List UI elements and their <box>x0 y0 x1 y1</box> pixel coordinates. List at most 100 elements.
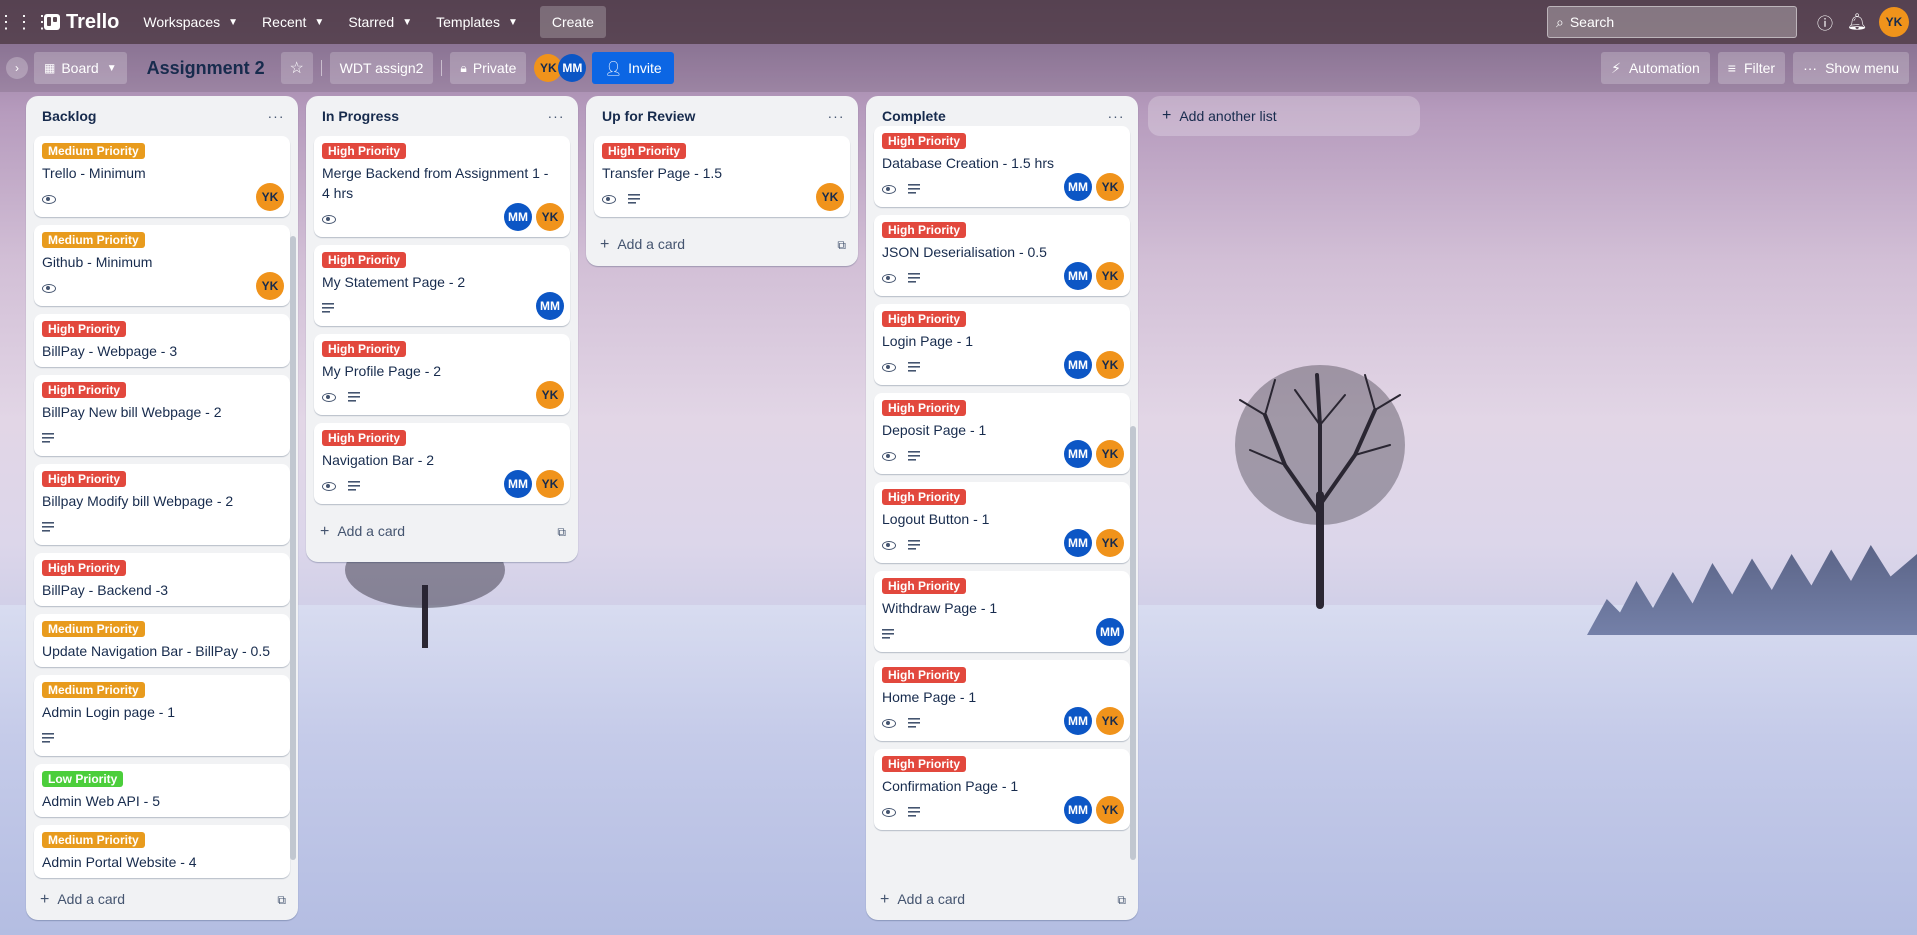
member-avatar[interactable]: MM <box>1064 529 1092 557</box>
list-title[interactable]: Backlog <box>42 108 96 124</box>
filter-button[interactable]: ≡ Filter <box>1717 52 1786 84</box>
info-icon[interactable]: ⓘ <box>1809 6 1841 38</box>
member-avatar[interactable]: MM <box>558 54 587 82</box>
tree-illustration <box>1235 365 1405 609</box>
member-avatar[interactable]: MM <box>1064 796 1092 824</box>
list-title[interactable]: In Progress <box>322 108 399 124</box>
invite-button[interactable]: 👤︎ Invite <box>592 52 674 84</box>
list-menu-icon[interactable]: ··· <box>262 102 290 130</box>
starred-menu[interactable]: Starred ▼ <box>338 6 422 38</box>
add-card-link[interactable]: + Add a card <box>320 523 405 541</box>
card-template-icon[interactable]: ⧉ <box>1117 893 1126 908</box>
card[interactable]: Medium Priority Github - Minimum YK <box>34 225 290 306</box>
card-badges <box>42 726 282 750</box>
list-menu-icon[interactable]: ··· <box>822 102 850 130</box>
member-avatar[interactable]: YK <box>1096 173 1124 201</box>
list-scrollbar[interactable] <box>290 236 296 860</box>
member-avatar[interactable]: MM <box>1064 440 1092 468</box>
member-avatar[interactable]: MM <box>504 203 532 231</box>
member-avatar[interactable]: YK <box>1096 529 1124 557</box>
add-card-button[interactable]: + Add a card ⧉ <box>866 880 1138 920</box>
member-avatar[interactable]: MM <box>1064 707 1092 735</box>
star-icon[interactable]: ☆ <box>280 52 313 84</box>
trello-logo[interactable]: Trello <box>44 11 119 34</box>
card[interactable]: High Priority BillPay - Backend -3 <box>34 553 290 606</box>
member-avatar[interactable]: MM <box>1064 262 1092 290</box>
create-button[interactable]: Create <box>539 6 606 38</box>
card-template-icon[interactable]: ⧉ <box>277 893 286 908</box>
member-avatar[interactable]: YK <box>816 183 844 211</box>
card[interactable]: High Priority BillPay - Webpage - 3 <box>34 314 290 367</box>
card[interactable]: High Priority Home Page - 1 MM YK <box>874 660 1130 741</box>
member-avatar[interactable]: YK <box>256 183 284 211</box>
card[interactable]: High Priority Logout Button - 1 MM YK <box>874 482 1130 563</box>
card[interactable]: High Priority BillPay New bill Webpage - … <box>34 375 290 456</box>
app-switcher-icon[interactable]: ⋮⋮⋮ <box>0 6 51 38</box>
list-title[interactable]: Complete <box>882 108 946 124</box>
card[interactable]: High Priority Billpay Modify bill Webpage… <box>34 464 290 545</box>
filter-icon: ≡ <box>1727 60 1736 76</box>
card[interactable]: High Priority Merge Backend from Assignme… <box>314 136 570 237</box>
add-card-button[interactable]: + Add a card ⧉ <box>306 512 578 552</box>
list-title[interactable]: Up for Review <box>602 108 695 124</box>
member-avatar[interactable]: MM <box>504 470 532 498</box>
card-template-icon[interactable]: ⧉ <box>837 238 846 253</box>
card[interactable]: High Priority Transfer Page - 1.5 YK <box>594 136 850 217</box>
member-avatar[interactable]: MM <box>536 292 564 320</box>
card-template-icon[interactable]: ⧉ <box>557 525 566 540</box>
workspaces-menu[interactable]: Workspaces ▼ <box>133 6 248 38</box>
card[interactable]: High Priority Database Creation - 1.5 hrs… <box>874 126 1130 207</box>
board-view-switcher[interactable]: ▦ Board ▼ <box>34 52 127 84</box>
add-card-link[interactable]: + Add a card <box>880 891 965 909</box>
watch-eye-icon <box>882 273 896 283</box>
card[interactable]: High Priority Confirmation Page - 1 MM YK <box>874 749 1130 830</box>
card[interactable]: High Priority Withdraw Page - 1 MM <box>874 571 1130 652</box>
card[interactable]: Medium Priority Update Navigation Bar - B… <box>34 614 290 667</box>
notifications-bell-icon[interactable]: 🔔︎ <box>1841 6 1873 38</box>
list-menu-icon[interactable]: ··· <box>542 102 570 130</box>
card[interactable]: High Priority Deposit Page - 1 MM YK <box>874 393 1130 474</box>
visibility-button[interactable]: 🔒︎ Private <box>450 52 527 84</box>
member-avatar[interactable]: YK <box>1096 440 1124 468</box>
member-avatar[interactable]: MM <box>1064 351 1092 379</box>
card[interactable]: Medium Priority Admin Portal Website - 4 <box>34 825 290 878</box>
user-avatar[interactable]: YK <box>1879 7 1909 37</box>
add-list-button[interactable]: + Add another list <box>1148 96 1420 136</box>
member-avatar[interactable]: YK <box>536 381 564 409</box>
automation-button[interactable]: ⚡︎ Automation <box>1601 52 1710 84</box>
templates-menu[interactable]: Templates ▼ <box>426 6 528 38</box>
search-input[interactable]: ⌕ Search <box>1547 6 1797 38</box>
card[interactable]: High Priority My Statement Page - 2 MM <box>314 245 570 326</box>
workspace-button[interactable]: WDT assign2 <box>329 52 434 84</box>
member-avatar[interactable]: YK <box>536 470 564 498</box>
list-header: Backlog ··· <box>26 96 298 136</box>
card[interactable]: High Priority Navigation Bar - 2 MM YK <box>314 423 570 504</box>
sidebar-expand-icon[interactable]: › <box>6 57 28 79</box>
member-avatar[interactable]: YK <box>1096 351 1124 379</box>
card[interactable]: High Priority JSON Deserialisation - 0.5 M… <box>874 215 1130 296</box>
list-scrollbar[interactable] <box>1130 426 1136 860</box>
add-card-link[interactable]: + Add a card <box>600 236 685 254</box>
board-title[interactable]: Assignment 2 <box>135 58 277 79</box>
trello-logo-icon <box>44 14 60 30</box>
member-avatar[interactable]: MM <box>1096 618 1124 646</box>
card[interactable]: Medium Priority Admin Login page - 1 <box>34 675 290 756</box>
member-avatar[interactable]: YK <box>1096 707 1124 735</box>
show-menu-button[interactable]: ··· Show menu <box>1793 52 1909 84</box>
member-avatar[interactable]: YK <box>1096 262 1124 290</box>
add-card-link[interactable]: + Add a card <box>40 891 125 909</box>
member-avatar[interactable]: YK <box>256 272 284 300</box>
card[interactable]: Medium Priority Trello - Minimum YK <box>34 136 290 217</box>
card[interactable]: High Priority Login Page - 1 MM YK <box>874 304 1130 385</box>
list-header: In Progress ··· <box>306 96 578 136</box>
priority-label: High Priority <box>322 430 407 446</box>
show-menu-label: Show menu <box>1825 60 1899 76</box>
member-avatar[interactable]: MM <box>1064 173 1092 201</box>
add-card-button[interactable]: + Add a card ⧉ <box>26 880 298 920</box>
recent-menu[interactable]: Recent ▼ <box>252 6 334 38</box>
card[interactable]: Low Priority Admin Web API - 5 <box>34 764 290 817</box>
card[interactable]: High Priority My Profile Page - 2 YK <box>314 334 570 415</box>
member-avatar[interactable]: YK <box>1096 796 1124 824</box>
add-card-button[interactable]: + Add a card ⧉ <box>586 225 858 265</box>
member-avatar[interactable]: YK <box>536 203 564 231</box>
